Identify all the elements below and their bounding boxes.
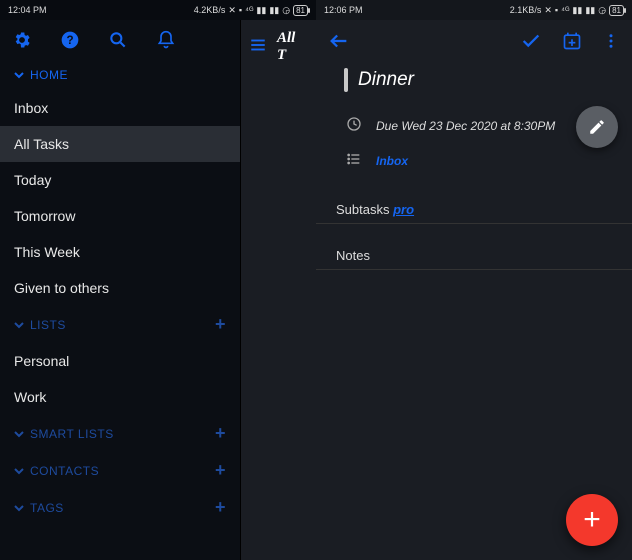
drawer-item-inbox[interactable]: Inbox [0, 90, 240, 126]
drawer-item-work[interactable]: Work [0, 379, 240, 415]
due-text: Due Wed 23 Dec 2020 at 8:30PM [376, 119, 555, 133]
section-contacts[interactable]: CONTACTS + [0, 452, 240, 489]
status-time: 12:04 PM [8, 5, 47, 15]
edit-button[interactable] [576, 106, 618, 148]
main-panel-peek: All T [240, 20, 316, 560]
section-label: TAGS [30, 501, 64, 515]
signal-4g-icon: ⁴ᴳ [245, 5, 253, 15]
section-home[interactable]: HOME [0, 60, 240, 90]
wifi-icon: ◶ [598, 5, 606, 16]
drawer-toolbar: ? [0, 20, 240, 60]
add-button[interactable]: + [566, 494, 618, 546]
chevron-down-icon [14, 320, 24, 330]
title-accent [344, 68, 348, 92]
chevron-down-icon [14, 466, 24, 476]
bell-icon[interactable] [156, 30, 176, 50]
drawer-item-all-tasks[interactable]: All Tasks [0, 126, 240, 162]
subtasks-section[interactable]: Subtasks pro [316, 194, 632, 224]
drawer-item-tomorrow[interactable]: Tomorrow [0, 198, 240, 234]
phone-left: 12:04 PM 4.2KB/s ✕ ▪ ⁴ᴳ ▮▮ ▮▮ ◶ 81 ? [0, 0, 316, 560]
section-label: LISTS [30, 318, 66, 332]
sim-icon: ▪ [239, 5, 242, 15]
section-label: HOME [30, 68, 68, 82]
status-time: 12:06 PM [324, 5, 363, 15]
status-bar-left: 12:04 PM 4.2KB/s ✕ ▪ ⁴ᴳ ▮▮ ▮▮ ◶ 81 [0, 0, 316, 20]
add-smart-list-icon[interactable]: + [215, 423, 226, 444]
help-icon[interactable]: ? [60, 30, 80, 50]
more-icon[interactable] [602, 32, 620, 50]
task-title[interactable]: Dinner [358, 69, 414, 91]
status-right: 2.1KB/s ✕ ▪ ⁴ᴳ ▮▮ ▮▮ ◶ 81 [510, 5, 624, 16]
hamburger-icon[interactable] [249, 36, 267, 59]
task-title-row: Dinner [316, 62, 632, 108]
drawer-item-this-week[interactable]: This Week [0, 234, 240, 270]
section-label: SMART LISTS [30, 427, 114, 441]
notes-section[interactable]: Notes [316, 240, 632, 270]
subtasks-label: Subtasks [336, 202, 389, 217]
page-title: All T [277, 30, 308, 64]
notes-label: Notes [336, 248, 370, 263]
list-icon [346, 151, 362, 170]
svg-text:?: ? [66, 34, 73, 47]
back-icon[interactable] [328, 30, 350, 52]
mute-icon: ✕ [228, 5, 236, 16]
add-tag-icon[interactable]: + [215, 497, 226, 518]
signal-4g-icon: ⁴ᴳ [561, 5, 569, 15]
settings-icon[interactable] [12, 30, 32, 50]
drawer-item-personal[interactable]: Personal [0, 343, 240, 379]
wifi-icon: ◶ [282, 5, 290, 16]
signal-bars-icon: ▮▮ [572, 5, 582, 16]
nav-drawer: ? HOME Inbox All Tasks Today Tomorrow Th… [0, 20, 240, 526]
mute-icon: ✕ [544, 5, 552, 16]
section-tags[interactable]: TAGS + [0, 489, 240, 526]
list-row[interactable]: Inbox [316, 143, 632, 178]
phone-right: 12:06 PM 2.1KB/s ✕ ▪ ⁴ᴳ ▮▮ ▮▮ ◶ 81 [316, 0, 632, 560]
section-smart-lists[interactable]: SMART LISTS + [0, 415, 240, 452]
chevron-down-icon [14, 503, 24, 513]
status-bar-right: 12:06 PM 2.1KB/s ✕ ▪ ⁴ᴳ ▮▮ ▮▮ ◶ 81 [316, 0, 632, 20]
pro-badge[interactable]: pro [393, 202, 414, 217]
status-right: 4.2KB/s ✕ ▪ ⁴ᴳ ▮▮ ▮▮ ◶ 81 [194, 5, 308, 16]
plus-icon: + [583, 503, 601, 537]
sim-icon: ▪ [555, 5, 558, 15]
calendar-add-icon[interactable] [562, 31, 582, 51]
add-contact-icon[interactable]: + [215, 460, 226, 481]
drawer-item-today[interactable]: Today [0, 162, 240, 198]
clock-icon [346, 116, 362, 135]
list-link[interactable]: Inbox [376, 154, 408, 168]
pencil-icon [588, 118, 606, 136]
signal-bars-icon: ▮▮ [256, 5, 266, 16]
battery-icon: 81 [609, 5, 624, 16]
add-list-icon[interactable]: + [215, 314, 226, 335]
battery-icon: 81 [293, 5, 308, 16]
task-toolbar [316, 20, 632, 62]
drawer-item-given-to-others[interactable]: Given to others [0, 270, 240, 306]
chevron-down-icon [14, 70, 24, 80]
search-icon[interactable] [108, 30, 128, 50]
chevron-down-icon [14, 429, 24, 439]
signal-bars-icon: ▮▮ [585, 5, 595, 16]
section-lists[interactable]: LISTS + [0, 306, 240, 343]
check-icon[interactable] [520, 30, 542, 52]
signal-bars-icon: ▮▮ [269, 5, 279, 16]
section-label: CONTACTS [30, 464, 99, 478]
